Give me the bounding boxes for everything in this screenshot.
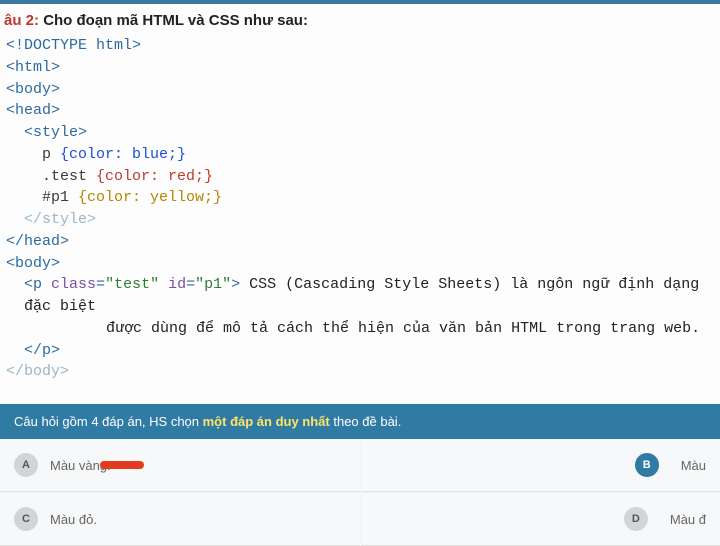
code-line: <p class="test" id="p1"> CSS (Cascading … bbox=[6, 274, 716, 318]
code-line: được dùng để mô tả cách thể hiện của văn… bbox=[6, 318, 716, 340]
code-line: </p> bbox=[6, 340, 716, 362]
option-a[interactable]: A Màu vàng. bbox=[0, 439, 360, 492]
code-line: <body> bbox=[6, 79, 716, 101]
code-line: <!DOCTYPE html> bbox=[6, 35, 716, 57]
question-prompt: âu 2: Cho đoạn mã HTML và CSS như sau: bbox=[4, 12, 716, 29]
instruction-pre: Câu hỏi gồm 4 đáp án, HS chọn bbox=[14, 414, 203, 429]
code-line: </head> bbox=[6, 231, 716, 253]
annotation-mark-icon bbox=[100, 461, 144, 469]
option-d[interactable]: D Màu đ bbox=[361, 493, 720, 546]
code-line: <style> bbox=[6, 122, 716, 144]
option-text: Màu bbox=[681, 458, 706, 473]
code-line: <html> bbox=[6, 57, 716, 79]
option-letter: C bbox=[14, 507, 38, 531]
options-grid: A Màu vàng. B Màu C Màu đỏ. D Màu đ bbox=[0, 439, 720, 546]
question-number: âu 2: bbox=[4, 12, 39, 29]
option-b[interactable]: B Màu bbox=[361, 439, 720, 492]
code-line: p {color: blue;} bbox=[6, 144, 716, 166]
option-c[interactable]: C Màu đỏ. bbox=[0, 493, 360, 546]
code-line: .test {color: red;} bbox=[6, 166, 716, 188]
question-text: Cho đoạn mã HTML và CSS như sau: bbox=[43, 12, 308, 29]
code-line: </style> bbox=[6, 209, 716, 231]
instruction-highlight: một đáp án duy nhất bbox=[203, 414, 330, 429]
code-line: </body> bbox=[6, 361, 716, 383]
answer-section: Câu hỏi gồm 4 đáp án, HS chọn một đáp án… bbox=[0, 404, 720, 546]
option-letter: B bbox=[635, 453, 659, 477]
code-line: #p1 {color: yellow;} bbox=[6, 187, 716, 209]
instruction-post: theo đề bài. bbox=[330, 414, 402, 429]
code-block: <!DOCTYPE html> <html> <body> <head> <st… bbox=[4, 35, 716, 383]
quiz-frame: âu 2: Cho đoạn mã HTML và CSS như sau: <… bbox=[0, 0, 720, 546]
option-text: Màu đỏ. bbox=[50, 512, 97, 527]
option-text: Màu đ bbox=[670, 512, 706, 527]
code-line: <body> bbox=[6, 253, 716, 275]
instruction-bar: Câu hỏi gồm 4 đáp án, HS chọn một đáp án… bbox=[0, 404, 720, 439]
code-line: <head> bbox=[6, 100, 716, 122]
option-letter: A bbox=[14, 453, 38, 477]
question-section: âu 2: Cho đoạn mã HTML và CSS như sau: <… bbox=[0, 4, 720, 404]
option-letter: D bbox=[624, 507, 648, 531]
